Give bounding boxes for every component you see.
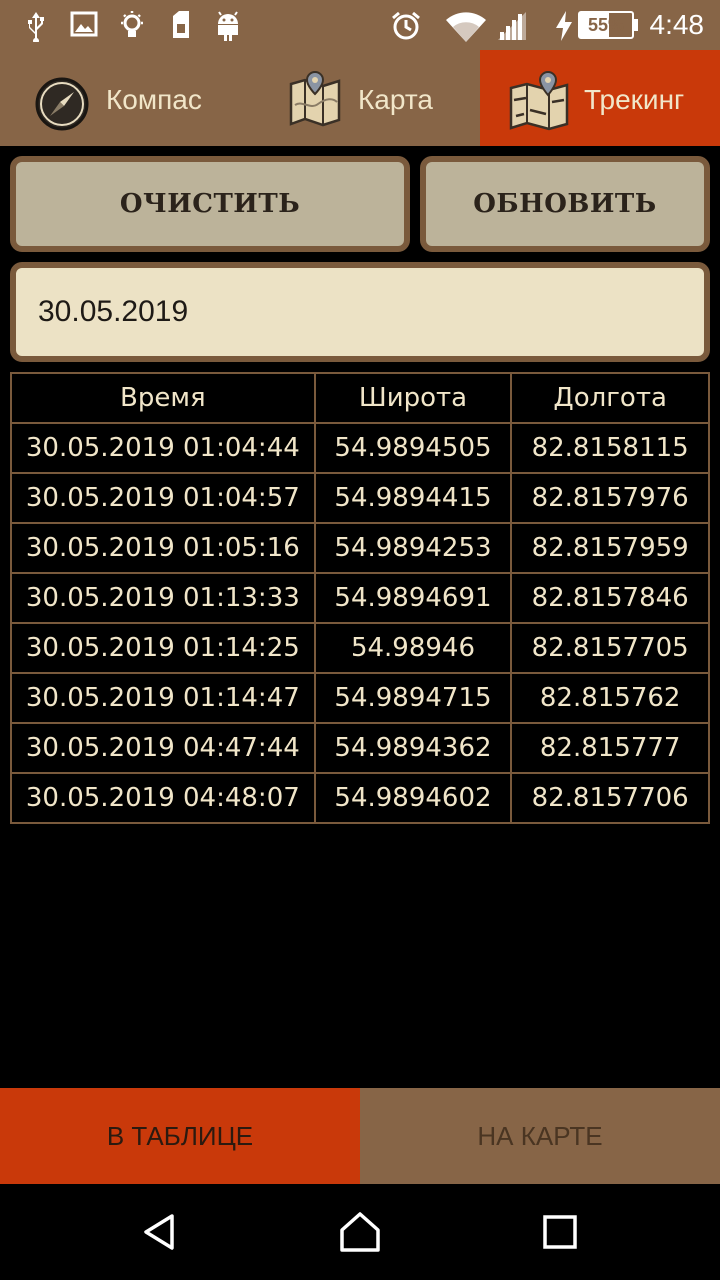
recents-button[interactable] [530, 1202, 590, 1262]
usb-icon [28, 12, 44, 42]
cell-latitude: 54.9894362 [313, 722, 513, 774]
date-field[interactable]: 30.05.2019 [10, 262, 710, 362]
tab-tracking[interactable]: Трекинг [480, 50, 720, 146]
table-row: 30.05.2019 01:04:44 54.9894505 82.815811… [10, 422, 710, 474]
cell-time: 30.05.2019 01:04:44 [10, 422, 316, 474]
cell-latitude: 54.9894253 [313, 522, 513, 574]
cell-time: 30.05.2019 01:13:33 [10, 572, 316, 624]
table-row: 30.05.2019 01:04:57 54.9894415 82.815797… [10, 472, 710, 524]
cell-latitude: 54.98946 [313, 622, 513, 674]
view-table-tab[interactable]: В ТАБЛИЦЕ [0, 1088, 360, 1184]
refresh-button[interactable]: ОБНОВИТЬ [420, 156, 710, 252]
cell-latitude: 54.9894691 [313, 572, 513, 624]
header-latitude: Широта [313, 372, 513, 424]
charging-icon [556, 11, 572, 41]
cell-longitude: 82.815762 [510, 672, 710, 724]
cell-longitude: 82.815777 [510, 722, 710, 774]
compass-icon [35, 77, 89, 131]
cell-latitude: 54.9894602 [313, 772, 513, 824]
status-bar: 55% 4:48 [0, 0, 720, 50]
cell-longitude: 82.8158115 [510, 422, 710, 474]
header-time: Время [10, 372, 316, 424]
home-button[interactable] [330, 1202, 390, 1262]
cell-time: 30.05.2019 01:14:47 [10, 672, 316, 724]
signal-icon [498, 12, 526, 40]
table-row: 30.05.2019 01:14:25 54.98946 82.8157705 [10, 622, 710, 674]
cell-time: 30.05.2019 01:05:16 [10, 522, 316, 574]
table-row: 30.05.2019 04:48:07 54.9894602 82.815770… [10, 772, 710, 824]
clear-button[interactable]: ОЧИСТИТЬ [10, 156, 410, 252]
lightbulb-icon [121, 11, 143, 37]
tab-tracking-label: Трекинг [584, 84, 685, 115]
battery-icon: 55% [578, 11, 634, 39]
back-button[interactable] [130, 1202, 190, 1262]
track-table: Время Широта Долгота 30.05.2019 01:04:44… [10, 372, 710, 824]
cell-longitude: 82.8157846 [510, 572, 710, 624]
cell-time: 30.05.2019 04:48:07 [10, 772, 316, 824]
map-icon [289, 70, 341, 127]
cell-time: 30.05.2019 04:47:44 [10, 722, 316, 774]
table-row: 30.05.2019 01:14:47 54.9894715 82.815762 [10, 672, 710, 724]
tab-map[interactable]: Карта [240, 50, 480, 146]
home-icon [340, 1212, 380, 1252]
cell-time: 30.05.2019 01:14:25 [10, 622, 316, 674]
table-header-row: Время Широта Долгота [10, 372, 710, 424]
tab-compass[interactable]: Компас [0, 50, 240, 146]
tab-bar: Компас Карта Трекинг [0, 50, 720, 146]
cell-longitude: 82.8157705 [510, 622, 710, 674]
battery-percent: 55% [587, 15, 625, 35]
cell-latitude: 54.9894505 [313, 422, 513, 474]
image-icon [70, 11, 98, 37]
date-value: 30.05.2019 [38, 295, 189, 328]
alarm-icon [392, 11, 420, 40]
recents-icon [543, 1215, 577, 1249]
tab-compass-label: Компас [106, 84, 202, 115]
cell-latitude: 54.9894715 [313, 672, 513, 724]
android-icon [218, 11, 238, 41]
view-map-tab[interactable]: НА КАРТЕ [360, 1088, 720, 1184]
clock: 4:48 [649, 9, 705, 40]
table-row: 30.05.2019 01:13:33 54.9894691 82.815784… [10, 572, 710, 624]
battery-nub [634, 19, 638, 31]
cell-time: 30.05.2019 01:04:57 [10, 472, 316, 524]
cell-longitude: 82.8157976 [510, 472, 710, 524]
back-icon [144, 1214, 174, 1250]
wifi-icon [446, 12, 486, 42]
tracking-map-icon [509, 70, 569, 131]
cell-longitude: 82.8157959 [510, 522, 710, 574]
table-row: 30.05.2019 04:47:44 54.9894362 82.815777 [10, 722, 710, 774]
navigation-bar [0, 1184, 720, 1280]
cell-latitude: 54.9894415 [313, 472, 513, 524]
sim-icon [173, 11, 189, 38]
table-row: 30.05.2019 01:05:16 54.9894253 82.815795… [10, 522, 710, 574]
header-longitude: Долгота [510, 372, 710, 424]
cell-longitude: 82.8157706 [510, 772, 710, 824]
tab-map-label: Карта [358, 84, 433, 115]
